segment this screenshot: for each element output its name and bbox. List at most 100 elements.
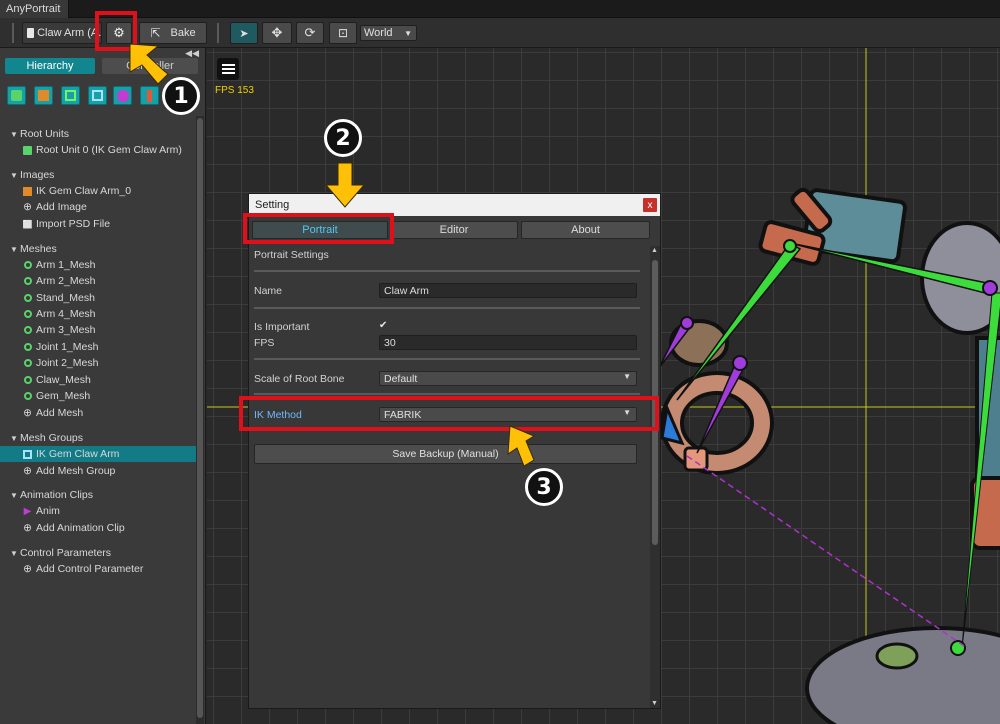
tree-item-mesh[interactable]: Arm 2_Mesh — [0, 273, 196, 289]
claw-arm-illustration — [660, 187, 1000, 724]
item-label: Arm 2_Mesh — [36, 275, 96, 287]
item-label: Root Unit 0 (IK Gem Claw Arm) — [36, 144, 182, 156]
tree-category-meshes[interactable]: ▼ Meshes — [0, 241, 196, 257]
space-value: World — [364, 27, 393, 39]
tab-hierarchy[interactable]: Hierarchy — [5, 58, 95, 74]
mesh-icon — [22, 260, 33, 271]
tree-item-image[interactable]: IK Gem Claw Arm_0 — [0, 183, 196, 199]
tree-category-images[interactable]: ▼ Images — [0, 167, 196, 183]
add-mesh-group-button[interactable]: ⊕ Add Mesh Group — [0, 463, 196, 479]
rotate-tool-button[interactable]: ⟳ — [296, 22, 324, 44]
left-panel-scrollbar[interactable] — [196, 116, 204, 724]
mesh-icon — [22, 342, 33, 353]
toolbar-divider — [217, 23, 219, 43]
item-label: Import PSD File — [36, 218, 111, 230]
is-important-label: Is Important — [254, 321, 310, 333]
move-tool-button[interactable]: ✥ — [262, 22, 292, 44]
tree-category-root-units[interactable]: ▼ Root Units — [0, 126, 196, 142]
chevron-down-icon: ▼ — [404, 28, 412, 38]
tree-item-mesh[interactable]: Joint 1_Mesh — [0, 339, 196, 355]
mesh-icon — [22, 325, 33, 336]
tab-editor[interactable]: Editor — [390, 221, 518, 239]
add-icon: ⊕ — [23, 407, 32, 419]
tab-about[interactable]: About — [521, 221, 650, 239]
psd-icon: ⬜ — [22, 219, 33, 229]
mesh-group-filter-icon[interactable] — [88, 86, 107, 105]
name-field[interactable]: Claw Arm — [379, 283, 637, 298]
item-label: Joint 1_Mesh — [36, 341, 99, 353]
category-label: Images — [20, 169, 55, 181]
tree-item-mesh[interactable]: Joint 2_Mesh — [0, 355, 196, 371]
root-unit-filter-icon[interactable] — [7, 86, 26, 105]
step-1-badge: 1 — [162, 77, 200, 115]
portrait-selector[interactable]: Claw Arm (A.C — [22, 22, 102, 44]
export-icon: ⇱ — [150, 26, 161, 40]
item-label: Add Image — [36, 201, 87, 213]
tree-item-root-unit[interactable]: Root Unit 0 (IK Gem Claw Arm) — [0, 142, 196, 158]
tree-category-control-parameters[interactable]: ▼ Control Parameters — [0, 545, 196, 561]
scale-tool-button[interactable]: ⊡ — [329, 22, 357, 44]
tree-item-mesh[interactable]: Stand_Mesh — [0, 290, 196, 306]
mesh-icon — [22, 276, 33, 287]
scale-root-bone-label: Scale of Root Bone — [254, 373, 345, 385]
tree-item-mesh-group[interactable]: IK Gem Claw Arm — [0, 446, 196, 462]
tree-item-mesh[interactable]: Claw_Mesh — [0, 372, 196, 388]
tree-item-mesh[interactable]: Arm 1_Mesh — [0, 257, 196, 273]
add-image-button[interactable]: ⊕ Add Image — [0, 199, 196, 215]
save-backup-button[interactable]: Save Backup (Manual) — [254, 444, 637, 464]
scale-root-bone-dropdown[interactable]: Default ▼ — [379, 371, 637, 386]
tree-category-animation-clips[interactable]: ▼ Animation Clips — [0, 487, 196, 503]
is-important-checkbox[interactable]: ✔ — [379, 320, 390, 331]
mesh-filter-icon[interactable] — [61, 86, 80, 105]
scrollbar-thumb[interactable] — [197, 118, 203, 718]
toolbar: Claw Arm (A.C ⚙ ⇱ Bake ➤ ✥ ⟳ ⊡ World ▼ — [0, 18, 1000, 48]
tree-category-mesh-groups[interactable]: ▼ Mesh Groups — [0, 430, 196, 446]
item-label: Gem_Mesh — [36, 390, 91, 402]
select-tool-button[interactable]: ➤ — [230, 22, 258, 44]
category-label: Root Units — [20, 128, 70, 140]
item-label: Add Control Parameter — [36, 563, 144, 575]
mesh-icon — [22, 358, 33, 369]
add-mesh-button[interactable]: ⊕ Add Mesh — [0, 405, 196, 421]
close-button[interactable]: x — [643, 198, 657, 212]
scroll-up-icon[interactable]: ▲ — [651, 247, 658, 254]
tree-item-mesh[interactable]: Arm 3_Mesh — [0, 322, 196, 338]
animation-filter-icon[interactable] — [113, 86, 132, 105]
fps-field[interactable]: 30 — [379, 335, 637, 350]
add-animation-clip-button[interactable]: ⊕ Add Animation Clip — [0, 520, 196, 536]
add-control-parameter-button[interactable]: ⊕ Add Control Parameter — [0, 561, 196, 577]
import-psd-button[interactable]: ⬜ Import PSD File — [0, 216, 196, 232]
category-label: Meshes — [20, 243, 57, 255]
tab-controller[interactable]: Controller — [102, 58, 198, 74]
bake-button[interactable]: ⇱ Bake — [139, 22, 207, 44]
cursor-icon: ➤ — [239, 27, 249, 40]
dialog-scrollbar[interactable]: ▲ ▼ — [650, 246, 660, 708]
space-dropdown[interactable]: World ▼ — [360, 25, 417, 41]
add-icon: ⊕ — [23, 201, 32, 213]
window-tab[interactable]: AnyPortrait — [0, 0, 70, 18]
portrait-file-icon — [27, 28, 35, 38]
move-icon: ✥ — [271, 25, 283, 40]
highlight-settings — [95, 11, 137, 51]
item-label: Add Animation Clip — [36, 522, 125, 534]
item-label: Claw_Mesh — [36, 374, 91, 386]
image-filter-icon[interactable] — [34, 86, 53, 105]
tree-item-mesh[interactable]: Gem_Mesh — [0, 388, 196, 404]
expand-arrow-icon: ▼ — [10, 170, 18, 180]
parameter-filter-icon[interactable] — [140, 86, 159, 105]
item-label: Stand_Mesh — [36, 292, 95, 304]
portrait-name: Claw Arm (A.C — [37, 27, 101, 39]
expand-arrow-icon: ▼ — [10, 129, 18, 139]
step-2-badge: 2 — [324, 119, 362, 157]
scroll-down-icon[interactable]: ▼ — [651, 700, 658, 707]
fps-label: FPS — [254, 337, 275, 349]
divider — [254, 358, 640, 360]
image-icon — [22, 186, 33, 197]
highlight-ik-method — [239, 396, 659, 431]
item-label: Arm 3_Mesh — [36, 324, 96, 336]
tree-item-animation[interactable]: ▶ Anim — [0, 503, 196, 519]
left-panel: ◀◀ Hierarchy Controller ▼ Root Units Root… — [0, 48, 206, 724]
tree-item-mesh[interactable]: Arm 4_Mesh — [0, 306, 196, 322]
category-label: Control Parameters — [20, 547, 112, 559]
item-label: Arm 4_Mesh — [36, 308, 96, 320]
